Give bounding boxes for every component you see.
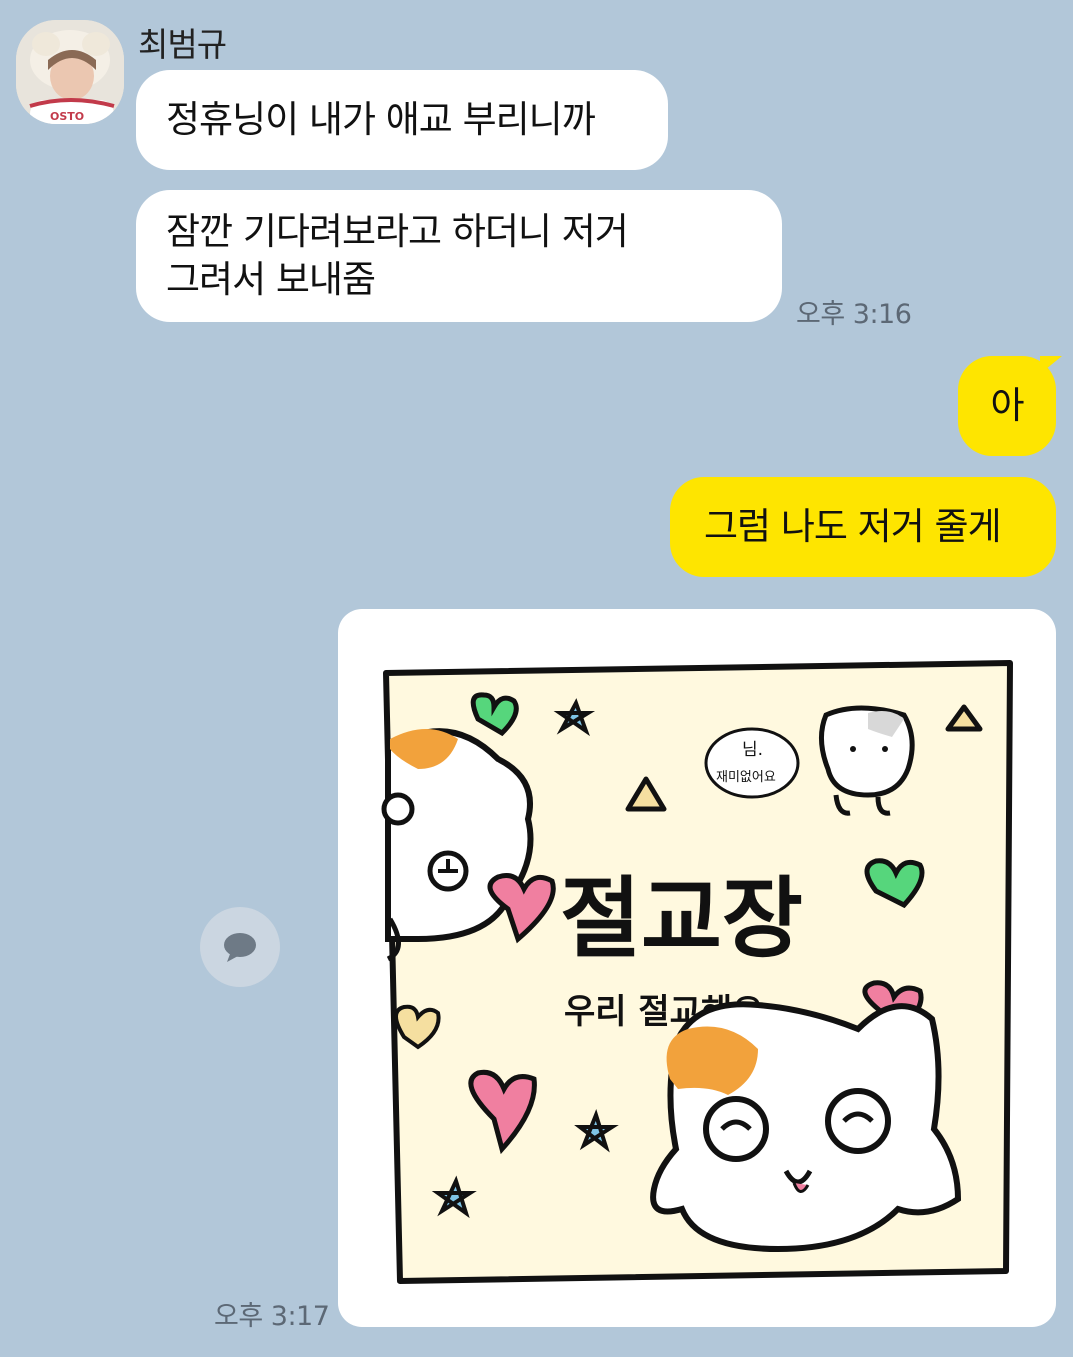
speech-bubble-icon xyxy=(224,933,256,962)
drawing-image: 님. 재미없어요 절교장 우리 절교해요 xyxy=(381,660,1013,1284)
message-text: 그럼 나도 저거 줄게 xyxy=(704,505,1002,548)
message-text-line: 그려서 보내줌 xyxy=(166,258,376,301)
sender-name: 최범규 xyxy=(138,25,227,64)
message-bubble-outgoing[interactable]: 그럼 나도 저거 줄게 xyxy=(670,477,1056,577)
svg-text:OSTO: OSTO xyxy=(50,110,84,123)
message-timestamp: 오후 3:17 xyxy=(214,1301,330,1332)
message-text: 정휴닝이 내가 애교 부리니까 xyxy=(166,98,596,141)
speech-bubble-drawing: 님. 재미없어요 xyxy=(704,727,800,799)
sender-avatar[interactable]: OSTO xyxy=(16,20,124,124)
drawing-title: 절교장 xyxy=(560,867,803,970)
speech-text-line: 재미없어요 xyxy=(716,770,776,785)
share-button[interactable] xyxy=(200,907,280,987)
message-text: 아 xyxy=(990,384,1024,427)
hamster-drawing xyxy=(650,1001,962,1253)
message-bubble-incoming[interactable]: 잠깐 기다려보라고 하더니 저거 그려서 보내줌 xyxy=(136,190,782,322)
image-message[interactable]: 님. 재미없어요 절교장 우리 절교해요 xyxy=(338,609,1056,1327)
message-bubble-incoming[interactable]: 정휴닝이 내가 애교 부리니까 xyxy=(136,70,668,170)
message-text-line: 잠깐 기다려보라고 하더니 저거 xyxy=(166,210,629,253)
chat-room: OSTO 최범규 정휴닝이 내가 애교 부리니까 잠깐 기다려보라고 하더니 저… xyxy=(0,0,1073,1357)
message-timestamp: 오후 3:16 xyxy=(796,299,912,330)
speech-text-line: 님. xyxy=(742,740,763,760)
message-bubble-outgoing[interactable]: 아 xyxy=(958,356,1056,456)
